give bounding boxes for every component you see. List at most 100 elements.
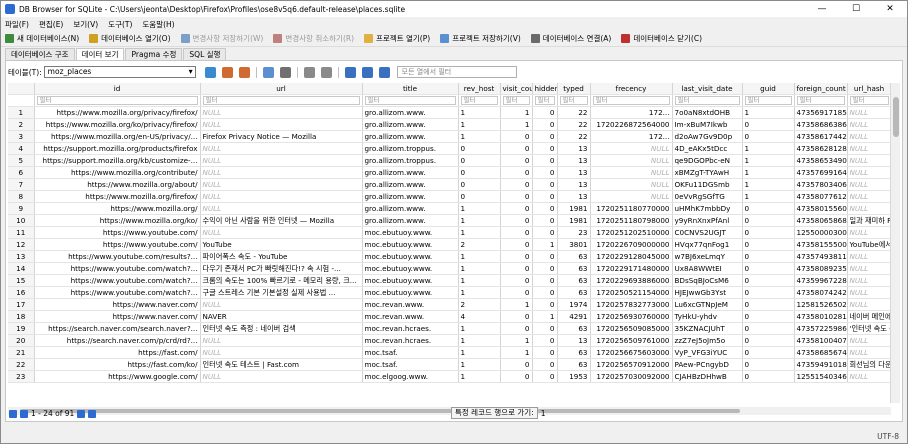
- table-cell[interactable]: 125500003002299: [794, 226, 848, 239]
- table-cell[interactable]: NULL: [200, 178, 363, 191]
- tab-edit-pragmas[interactable]: Pragma 수정: [125, 48, 183, 60]
- table-cell[interactable]: 22: [557, 130, 591, 143]
- table-cell[interactable]: 2: [458, 298, 501, 311]
- clear-sort-icon[interactable]: [238, 66, 250, 78]
- table-cell[interactable]: 1: [742, 106, 795, 119]
- table-cell[interactable]: CJAHBzDHhwB: [672, 370, 743, 383]
- table-cell[interactable]: 0: [742, 262, 795, 275]
- table-cell[interactable]: NULL: [847, 106, 891, 119]
- row-number[interactable]: 11: [8, 226, 35, 239]
- table-cell[interactable]: https://www.mozilla.org/en-US/privacy/..…: [34, 130, 201, 143]
- table-cell[interactable]: zzZ7eJ5oJm5o: [672, 334, 743, 347]
- table-cell[interactable]: 47358089235596: [794, 262, 848, 275]
- table-row[interactable]: 23 https://www.google.com/NULL moc.elgoog.…: [8, 370, 891, 383]
- filter-icon[interactable]: [378, 66, 390, 78]
- close-database-button[interactable]: 데이터베이스 닫기(C): [621, 33, 702, 44]
- table-cell[interactable]: 1720226872564000: [590, 118, 673, 131]
- table-cell[interactable]: 47358685674834: [794, 346, 848, 359]
- print-icon[interactable]: [279, 66, 291, 78]
- table-cell[interactable]: NULL: [847, 370, 891, 383]
- table-cell[interactable]: 0: [532, 214, 558, 227]
- column-header[interactable]: rev_host: [458, 83, 501, 95]
- table-cell[interactable]: 172...: [590, 130, 673, 143]
- table-cell[interactable]: 1: [458, 346, 501, 359]
- table-cell[interactable]: 1: [532, 310, 558, 323]
- column-filter-input[interactable]: 필터: [502, 95, 530, 105]
- table-cell[interactable]: 0: [500, 322, 533, 335]
- table-cell[interactable]: 22: [557, 118, 591, 131]
- table-cell[interactable]: 1: [458, 250, 501, 263]
- table-cell[interactable]: 1720256509761000: [590, 334, 673, 347]
- table-cell[interactable]: 1: [742, 190, 795, 203]
- table-cell[interactable]: 0: [532, 286, 558, 299]
- delete-record-icon[interactable]: [320, 66, 332, 78]
- table-cell[interactable]: moc.tsaf.: [362, 346, 459, 359]
- column-filter-input[interactable]: 필터: [202, 95, 360, 105]
- table-cell[interactable]: 0: [532, 274, 558, 287]
- revert-changes-button[interactable]: 변경사항 취소하기(R): [273, 33, 354, 44]
- row-number[interactable]: 8: [8, 190, 35, 203]
- open-project-button[interactable]: 프로젝트 열기(P): [364, 33, 430, 44]
- table-cell[interactable]: 0: [532, 118, 558, 131]
- table-cell[interactable]: moc.ebutuoy.www.: [362, 226, 459, 239]
- table-cell[interactable]: 0: [742, 334, 795, 347]
- minimize-button[interactable]: —: [805, 1, 839, 17]
- column-header[interactable]: url: [200, 83, 363, 95]
- table-cell[interactable]: 1: [458, 322, 501, 335]
- table-cell[interactable]: 0: [742, 250, 795, 263]
- table-row[interactable]: 19 https://search.naver.com/search.naver?…: [8, 322, 891, 335]
- row-number[interactable]: 21: [8, 346, 35, 359]
- table-cell[interactable]: NULL: [200, 106, 363, 119]
- table-cell[interactable]: moc.ebutuoy.www.: [362, 286, 459, 299]
- table-cell[interactable]: 0: [500, 214, 533, 227]
- table-cell[interactable]: gro.allizom.www.: [362, 130, 459, 143]
- table-cell[interactable]: NULL: [200, 190, 363, 203]
- table-cell[interactable]: 1720229128045000: [590, 250, 673, 263]
- table-cell[interactable]: https://www.youtube.com/watch?...: [34, 286, 201, 299]
- insert-record-icon[interactable]: [303, 66, 315, 78]
- table-row[interactable]: 5 https://support.mozilla.org/kb/customiz…: [8, 154, 891, 167]
- column-header[interactable]: hidden: [532, 83, 558, 95]
- table-cell[interactable]: NAVER: [200, 310, 363, 323]
- column-header[interactable]: typed: [557, 83, 591, 95]
- row-number[interactable]: 6: [8, 166, 35, 179]
- table-cell[interactable]: gro.allizom.troppus.: [362, 154, 459, 167]
- table-cell[interactable]: Ux8A8WWtEI: [672, 262, 743, 275]
- table-cell[interactable]: 0: [742, 322, 795, 335]
- table-cell[interactable]: gro.allizom.www.: [362, 118, 459, 131]
- table-cell[interactable]: 13: [557, 142, 591, 155]
- table-cell[interactable]: NULL: [200, 226, 363, 239]
- table-cell[interactable]: 1: [458, 106, 501, 119]
- table-cell[interactable]: https://www.youtube.com/: [34, 226, 201, 239]
- vertical-scrollbar[interactable]: [890, 83, 900, 403]
- row-number[interactable]: 17: [8, 298, 35, 311]
- table-row[interactable]: 8 https://www.mozilla.org/firefox/NULL gro…: [8, 190, 891, 203]
- table-cell[interactable]: 0: [458, 178, 501, 191]
- row-number[interactable]: 15: [8, 274, 35, 287]
- table-cell[interactable]: 13: [557, 178, 591, 191]
- table-cell[interactable]: 1258152650263: [794, 298, 848, 311]
- table-cell[interactable]: moc.tsaf.: [362, 358, 459, 371]
- table-row[interactable]: 2 https://www.mozilla.org/ko/privacy/fire…: [8, 118, 891, 131]
- row-number[interactable]: 4: [8, 142, 35, 155]
- clear-filters-icon[interactable]: [221, 66, 233, 78]
- table-cell[interactable]: moc.ebutuoy.www.: [362, 274, 459, 287]
- table-cell[interactable]: https://www.mozilla.org/about/: [34, 178, 201, 191]
- table-cell[interactable]: NULL: [200, 346, 363, 359]
- table-row[interactable]: 13 https://www.youtube.com/results?... 파이어…: [8, 250, 891, 263]
- table-cell[interactable]: 0: [532, 106, 558, 119]
- table-cell[interactable]: 1720256509085000: [590, 322, 673, 335]
- table-cell[interactable]: https://www.mozilla.org/privacy/firefox/: [34, 106, 201, 119]
- table-cell[interactable]: https://www.youtube.com/: [34, 238, 201, 251]
- row-number[interactable]: 1: [8, 106, 35, 119]
- table-cell[interactable]: 0: [500, 154, 533, 167]
- table-cell[interactable]: 0: [742, 118, 795, 131]
- table-cell[interactable]: y9yRnXnxPfAnl: [672, 214, 743, 227]
- table-cell[interactable]: moc.ebutuoy.www.: [362, 250, 459, 263]
- table-cell[interactable]: 0: [500, 166, 533, 179]
- table-cell[interactable]: NULL: [847, 130, 891, 143]
- table-cell[interactable]: 1: [500, 346, 533, 359]
- table-cell[interactable]: uHMhK7mbbDy: [672, 202, 743, 215]
- row-number[interactable]: 7: [8, 178, 35, 191]
- table-cell[interactable]: 4: [458, 310, 501, 323]
